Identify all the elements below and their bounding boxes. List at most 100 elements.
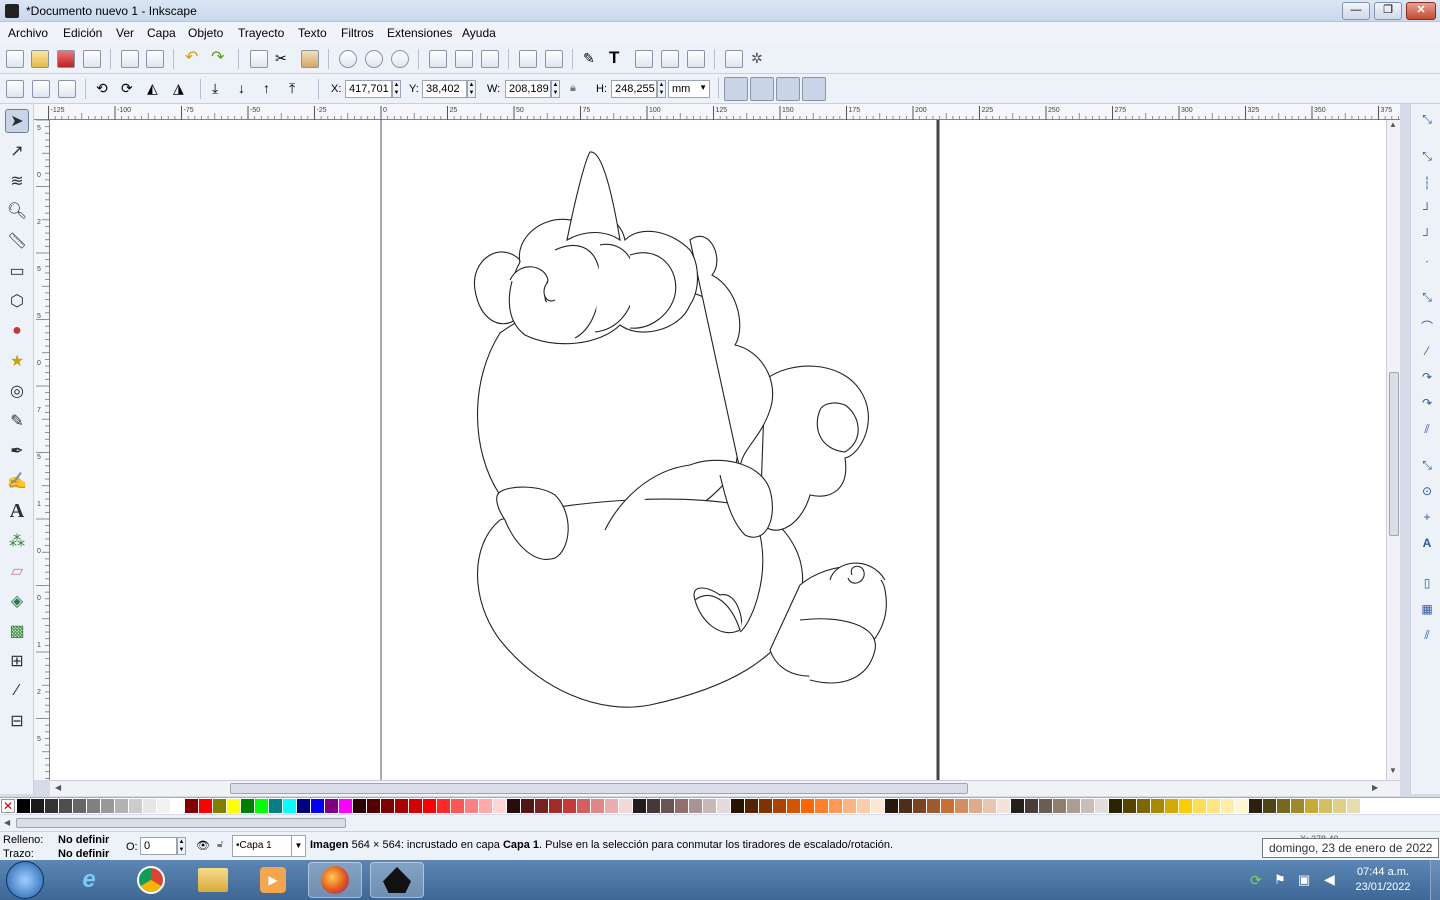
stroke-value[interactable]: No definir [58, 848, 109, 860]
snap-bbox-center-icon[interactable]: ∙ [1419, 254, 1435, 270]
transform-gradients-toggle[interactable] [776, 77, 800, 101]
text-font-icon[interactable]: T [609, 49, 627, 68]
palette-swatch[interactable] [381, 799, 394, 813]
palette-swatch[interactable] [1025, 799, 1038, 813]
scroll-up-icon[interactable]: ▲ [1389, 120, 1397, 129]
palette-scrollbar[interactable]: ◀ [0, 815, 1440, 831]
palette-swatch[interactable] [1095, 799, 1108, 813]
menu-edicion[interactable]: Edición [63, 26, 102, 40]
transform-patterns-toggle[interactable] [802, 77, 826, 101]
taskbar-ie-icon[interactable]: e [62, 862, 116, 898]
snap-center-icon[interactable]: ⊙ [1419, 484, 1435, 500]
open-icon[interactable] [31, 50, 49, 68]
palette-swatch[interactable] [1291, 799, 1304, 813]
export-icon[interactable] [146, 50, 164, 68]
align-distribute-icon[interactable] [687, 50, 705, 68]
save-icon[interactable] [57, 50, 75, 68]
cut-icon[interactable]: ✂ [275, 50, 293, 68]
start-button-icon[interactable] [6, 861, 44, 899]
show-desktop-button[interactable] [1430, 860, 1440, 900]
palette-swatch[interactable] [311, 799, 324, 813]
menu-ver[interactable]: Ver [116, 26, 134, 40]
select-all-icon[interactable] [6, 80, 24, 98]
palette-swatch[interactable] [1221, 799, 1234, 813]
snap-grid-icon[interactable]: ▦ [1419, 602, 1435, 618]
palette-swatch[interactable] [199, 799, 212, 813]
snap-midpoint-icon[interactable]: ⫽ [1419, 422, 1435, 438]
lower-icon[interactable]: ↓ [238, 80, 256, 98]
palette-swatch[interactable] [465, 799, 478, 813]
palette-swatch[interactable] [535, 799, 548, 813]
deselect-icon[interactable] [58, 80, 76, 98]
snap-paths-icon[interactable]: ⌒ [1419, 318, 1435, 334]
palette-swatch[interactable] [675, 799, 688, 813]
layer-select[interactable]: •Capa 1 ▼ [232, 835, 306, 857]
text-tool-icon[interactable]: A [5, 499, 29, 523]
palette-swatch[interactable] [1123, 799, 1136, 813]
snap-cusp-icon[interactable]: ↷ [1419, 370, 1435, 386]
palette-swatch[interactable] [73, 799, 86, 813]
fill-stroke-icon[interactable]: ✎ [583, 50, 601, 68]
taskbar-clock[interactable]: 07:44 a.m. 23/01/2022 [1348, 865, 1418, 895]
document-properties-icon[interactable] [725, 50, 743, 68]
import-icon[interactable] [121, 50, 139, 68]
horizontal-scrollbar[interactable]: ◀ ▶ [50, 780, 1400, 796]
title-bar[interactable]: *Documento nuevo 1 - Inkscape — ❐ ✕ [0, 0, 1440, 22]
scroll-down-icon[interactable]: ▼ [1389, 766, 1397, 775]
vertical-ruler[interactable]: 5 0 2 5 5 0 7 5 1 0 0 1 2 5 [34, 119, 50, 780]
copy-icon[interactable] [250, 50, 268, 68]
raise-icon[interactable]: ↑ [263, 80, 281, 98]
palette-swatch[interactable] [1081, 799, 1094, 813]
snap-page-border-icon[interactable]: ▯ [1419, 576, 1435, 592]
rectangle-tool-icon[interactable]: ▭ [5, 259, 29, 283]
palette-swatch[interactable] [45, 799, 58, 813]
close-button[interactable]: ✕ [1406, 2, 1436, 20]
snap-smooth-icon[interactable]: ↷ [1419, 396, 1435, 412]
palette-swatch[interactable] [521, 799, 534, 813]
selector-tool-icon[interactable]: ➤ [5, 109, 29, 133]
layers-icon[interactable] [635, 50, 653, 68]
star-tool-icon[interactable]: ★ [5, 349, 29, 373]
menu-objeto[interactable]: Objeto [188, 26, 223, 40]
palette-swatch[interactable] [17, 799, 30, 813]
palette-swatch[interactable] [115, 799, 128, 813]
zoom-drawing-icon[interactable] [365, 50, 383, 68]
palette-swatch[interactable] [423, 799, 436, 813]
palette-swatch[interactable] [1039, 799, 1052, 813]
palette-swatch[interactable] [353, 799, 366, 813]
tweak-tool-icon[interactable]: ≋ [5, 169, 29, 193]
palette-swatch[interactable] [577, 799, 590, 813]
snap-toggle-icon[interactable]: ⤡ [1419, 112, 1435, 128]
palette-swatch[interactable] [451, 799, 464, 813]
palette-swatch[interactable] [1109, 799, 1122, 813]
paint-bucket-tool-icon[interactable]: ◈ [5, 589, 29, 613]
vertical-scroll-thumb[interactable] [1389, 372, 1399, 536]
taskbar-chrome-icon[interactable] [124, 862, 178, 898]
palette-swatch[interactable] [1011, 799, 1024, 813]
palette-swatch[interactable] [241, 799, 254, 813]
palette-swatch[interactable] [493, 799, 506, 813]
palette-swatch[interactable] [983, 799, 996, 813]
taskbar-explorer-icon[interactable] [186, 862, 240, 898]
snap-guide-icon[interactable]: ⫽ [1419, 628, 1435, 644]
layer-lock-icon[interactable]: 🔓︎ [217, 839, 223, 850]
palette-swatch[interactable] [633, 799, 646, 813]
node-tool-icon[interactable]: ↗ [5, 139, 29, 163]
palette-swatch[interactable] [129, 799, 142, 813]
ungroup-icon[interactable] [545, 50, 563, 68]
y-spinner[interactable]: ▲ ▼ [467, 80, 476, 98]
menu-filtros[interactable]: Filtros [341, 26, 374, 40]
palette-swatch[interactable] [171, 799, 184, 813]
zoom-page-icon[interactable] [391, 50, 409, 68]
palette-swatch[interactable] [297, 799, 310, 813]
clone-icon[interactable] [455, 50, 473, 68]
palette-swatch[interactable] [157, 799, 170, 813]
palette-swatch[interactable] [745, 799, 758, 813]
select-all-layers-icon[interactable] [32, 80, 50, 98]
raise-to-top-icon[interactable]: ⤒ [289, 80, 307, 98]
palette-swatch[interactable] [661, 799, 674, 813]
palette-swatch[interactable] [605, 799, 618, 813]
palette-swatch[interactable] [213, 799, 226, 813]
palette-swatch[interactable] [913, 799, 926, 813]
palette-swatch[interactable] [1151, 799, 1164, 813]
